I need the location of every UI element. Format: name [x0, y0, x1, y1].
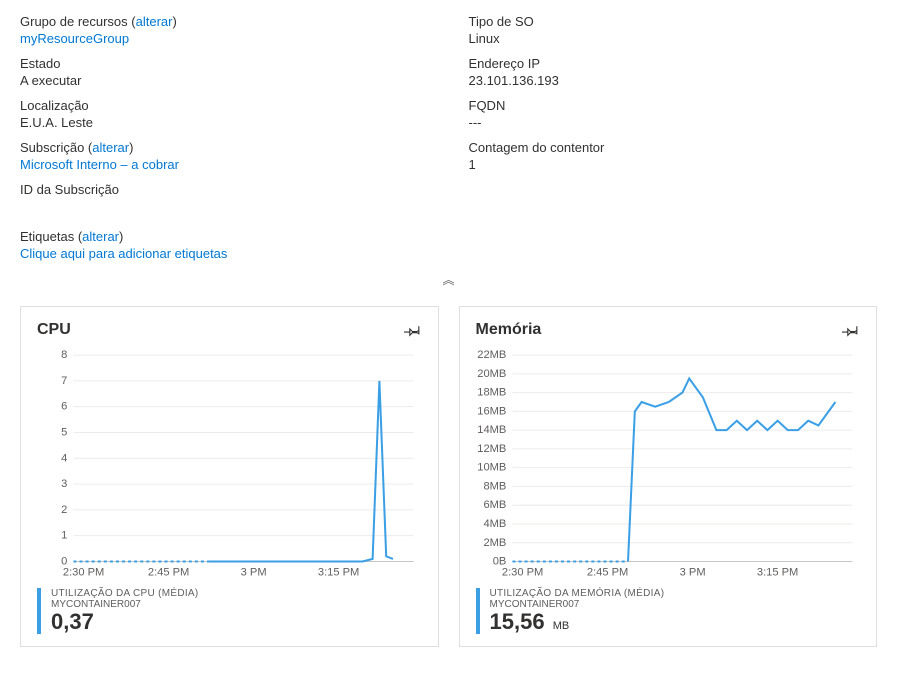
prop-subscription-id: ID da Subscrição	[20, 182, 429, 197]
svg-text:20MB: 20MB	[477, 368, 506, 380]
metric-value: 0,37	[51, 610, 199, 634]
prop-value: 1	[469, 157, 878, 172]
prop-label: Estado	[20, 56, 429, 71]
prop-label: Endereço IP	[469, 56, 878, 71]
svg-text:4: 4	[61, 452, 67, 464]
properties-left-column: Grupo de recursos (alterar) myResourceGr…	[20, 14, 429, 207]
svg-text:6MB: 6MB	[483, 499, 506, 511]
prop-subscription: Subscrição (alterar) Microsoft Interno –…	[20, 140, 429, 172]
change-link[interactable]: alterar	[92, 140, 129, 155]
chart-title: CPU	[37, 321, 71, 339]
prop-label: ID da Subscrição	[20, 182, 429, 197]
svg-text:7: 7	[61, 375, 67, 387]
prop-label: Etiquetas	[20, 229, 74, 244]
svg-text:2:30 PM: 2:30 PM	[501, 567, 542, 579]
prop-location: Localização E.U.A. Leste	[20, 98, 429, 130]
svg-text:2MB: 2MB	[483, 537, 506, 549]
prop-value: Linux	[469, 31, 878, 46]
prop-value: ---	[469, 115, 878, 130]
prop-tags: Etiquetas (alterar) Clique aqui para adi…	[20, 229, 877, 261]
pin-button[interactable]	[404, 321, 422, 339]
change-link[interactable]: alterar	[82, 229, 119, 244]
prop-value: A executar	[20, 73, 429, 88]
pin-icon	[842, 321, 860, 339]
svg-text:2: 2	[61, 504, 67, 516]
collapse-toggle[interactable]: ︽	[20, 271, 877, 288]
svg-text:3: 3	[61, 478, 67, 490]
svg-text:3 PM: 3 PM	[241, 567, 267, 579]
charts-row: CPU 0123456782:30 PM2:45 PM3 PM3:15 PM U…	[20, 306, 877, 647]
svg-text:10MB: 10MB	[477, 462, 506, 474]
svg-text:4MB: 4MB	[483, 518, 506, 530]
memory-chart[interactable]: 0B2MB4MB6MB8MB10MB12MB14MB16MB18MB20MB22…	[476, 349, 861, 582]
cpu-chart-card: CPU 0123456782:30 PM2:45 PM3 PM3:15 PM U…	[20, 306, 439, 647]
properties-right-column: Tipo de SO Linux Endereço IP 23.101.136.…	[469, 14, 878, 207]
svg-text:3 PM: 3 PM	[679, 567, 705, 579]
svg-text:1: 1	[61, 530, 67, 542]
prop-state: Estado A executar	[20, 56, 429, 88]
pin-button[interactable]	[842, 321, 860, 339]
svg-text:8: 8	[61, 349, 67, 361]
prop-os-type: Tipo de SO Linux	[469, 14, 878, 46]
prop-label: Localização	[20, 98, 429, 113]
prop-label: Subscrição	[20, 140, 84, 155]
memory-chart-card: Memória 0B2MB4MB6MB8MB10MB12MB14MB16MB18…	[459, 306, 878, 647]
metric-color-bar	[476, 588, 480, 634]
svg-text:22MB: 22MB	[477, 349, 506, 361]
svg-text:2:45 PM: 2:45 PM	[148, 567, 189, 579]
prop-fqdn: FQDN ---	[469, 98, 878, 130]
resource-group-link[interactable]: myResourceGroup	[20, 31, 129, 46]
svg-text:5: 5	[61, 427, 67, 439]
cpu-chart[interactable]: 0123456782:30 PM2:45 PM3 PM3:15 PM	[37, 349, 422, 582]
svg-text:14MB: 14MB	[477, 424, 506, 436]
prop-label: Tipo de SO	[469, 14, 878, 29]
svg-text:2:30 PM: 2:30 PM	[63, 567, 104, 579]
prop-resource-group: Grupo de recursos (alterar) myResourceGr…	[20, 14, 429, 46]
chart-title: Memória	[476, 321, 542, 339]
chevron-up-double-icon: ︽	[442, 273, 454, 287]
change-link[interactable]: alterar	[136, 14, 173, 29]
add-tags-link[interactable]: Clique aqui para adicionar etiquetas	[20, 246, 227, 261]
prop-container-count: Contagem do contentor 1	[469, 140, 878, 172]
svg-text:8MB: 8MB	[483, 480, 506, 492]
memory-metric: UTILIZAÇÃO DA MEMÓRIA (MÉDIA) MYCONTAINE…	[476, 588, 861, 634]
prop-value: 23.101.136.193	[469, 73, 878, 88]
prop-value: E.U.A. Leste	[20, 115, 429, 130]
svg-text:18MB: 18MB	[477, 387, 506, 399]
metric-label: UTILIZAÇÃO DA MEMÓRIA (MÉDIA)	[490, 588, 665, 599]
properties-panel: Grupo de recursos (alterar) myResourceGr…	[20, 14, 877, 207]
cpu-metric: UTILIZAÇÃO DA CPU (MÉDIA) MYCONTAINER007…	[37, 588, 422, 634]
subscription-link[interactable]: Microsoft Interno – a cobrar	[20, 157, 179, 172]
metric-color-bar	[37, 588, 41, 634]
svg-text:3:15 PM: 3:15 PM	[756, 567, 797, 579]
prop-label: Contagem do contentor	[469, 140, 878, 155]
pin-icon	[404, 321, 422, 339]
metric-label: UTILIZAÇÃO DA CPU (MÉDIA)	[51, 588, 199, 599]
svg-text:12MB: 12MB	[477, 443, 506, 455]
prop-ip-address: Endereço IP 23.101.136.193	[469, 56, 878, 88]
prop-label: FQDN	[469, 98, 878, 113]
svg-text:6: 6	[61, 401, 67, 413]
svg-text:3:15 PM: 3:15 PM	[318, 567, 359, 579]
svg-text:2:45 PM: 2:45 PM	[586, 567, 627, 579]
metric-value: 15,56 MB	[490, 610, 665, 634]
svg-text:16MB: 16MB	[477, 405, 506, 417]
prop-label: Grupo de recursos	[20, 14, 128, 29]
